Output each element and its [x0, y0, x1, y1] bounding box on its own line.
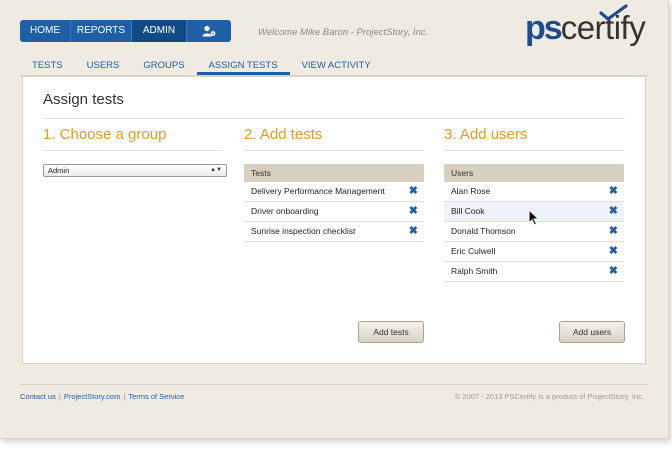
footer-links: Contact us | ProjectStory.com | Terms of Ser…: [20, 392, 184, 401]
test-name: Sunrise inspection checklist: [251, 226, 356, 236]
assign-tests-panel: Assign tests 1. Choose a group Admin ▲▼ …: [22, 76, 646, 364]
logo-ps: ps: [525, 9, 563, 47]
column-divider: [444, 150, 624, 151]
add-users-heading: 3. Add users: [444, 126, 528, 143]
tests-list: Tests Delivery Performance Management ✖ …: [244, 164, 424, 242]
users-list-header: Users: [444, 164, 624, 182]
app-window: HOME REPORTS ADMIN Welcome Mike Baron - …: [0, 0, 669, 439]
title-divider: [43, 118, 625, 119]
close-icon[interactable]: ✖: [409, 202, 418, 221]
separator: |: [58, 392, 61, 401]
choose-group-heading: 1. Choose a group: [43, 126, 167, 143]
user-name: Ralph Smith: [451, 266, 498, 276]
list-item[interactable]: Alan Rose ✖: [444, 182, 624, 202]
sub-tabs: TESTS USERS GROUPS ASSIGN TESTS VIEW ACT…: [20, 55, 648, 75]
tab-groups[interactable]: GROUPS: [131, 55, 196, 75]
projectstory-link[interactable]: ProjectStory.com: [64, 392, 121, 401]
terms-of-service-link[interactable]: Terms of Service: [128, 392, 184, 401]
list-item[interactable]: Eric Culwell ✖: [444, 242, 624, 262]
close-icon[interactable]: ✖: [409, 182, 418, 201]
pscertify-logo: pscertify: [525, 4, 646, 50]
user-name: Bill Cook: [451, 206, 485, 216]
close-icon[interactable]: ✖: [409, 222, 418, 241]
close-icon[interactable]: ✖: [609, 202, 618, 221]
user-settings-button[interactable]: [187, 20, 231, 42]
group-select[interactable]: Admin ▲▼: [43, 164, 227, 177]
test-name: Driver onboarding: [251, 206, 319, 216]
close-icon[interactable]: ✖: [609, 222, 618, 241]
list-item[interactable]: Driver onboarding ✖: [244, 202, 424, 222]
close-icon[interactable]: ✖: [609, 242, 618, 261]
list-item[interactable]: Delivery Performance Management ✖: [244, 182, 424, 202]
user-name: Eric Culwell: [451, 246, 496, 256]
column-divider: [244, 150, 424, 151]
contact-us-link[interactable]: Contact us: [20, 392, 56, 401]
top-navigation: HOME REPORTS ADMIN: [20, 20, 231, 42]
list-item[interactable]: Ralph Smith ✖: [444, 262, 624, 282]
add-tests-heading: 2. Add tests: [244, 126, 323, 143]
test-name: Delivery Performance Management: [251, 186, 385, 196]
copyright-text: © 2007 - 2013 PSCertify is a product of …: [454, 392, 644, 401]
add-users-button[interactable]: Add users: [559, 321, 625, 343]
tab-assign-tests[interactable]: ASSIGN TESTS: [196, 55, 290, 75]
checkmark-icon: [599, 4, 628, 21]
tests-list-header: Tests: [244, 164, 424, 182]
group-select-value: Admin: [48, 166, 70, 175]
tab-tests[interactable]: TESTS: [20, 55, 75, 75]
tab-view-activity[interactable]: VIEW ACTIVITY: [290, 55, 383, 75]
nav-admin[interactable]: ADMIN: [132, 20, 187, 42]
select-arrows-icon: ▲▼: [210, 167, 222, 173]
close-icon[interactable]: ✖: [609, 182, 618, 201]
list-item[interactable]: Sunrise inspection checklist ✖: [244, 222, 424, 242]
close-icon[interactable]: ✖: [609, 262, 618, 281]
page-title: Assign tests: [43, 91, 124, 108]
user-settings-icon: [202, 25, 216, 37]
user-name: Alan Rose: [451, 186, 491, 196]
nav-home[interactable]: HOME: [20, 20, 71, 42]
tab-users[interactable]: USERS: [75, 55, 132, 75]
nav-reports[interactable]: REPORTS: [71, 20, 132, 42]
user-name: Donald Thomson: [451, 226, 516, 236]
welcome-text: Welcome Mike Baron - ProjectStory, Inc.: [258, 27, 429, 38]
column-divider: [43, 150, 223, 151]
add-tests-button[interactable]: Add tests: [358, 321, 424, 343]
mouse-pointer-icon: [528, 209, 540, 226]
footer-divider: [20, 384, 648, 385]
